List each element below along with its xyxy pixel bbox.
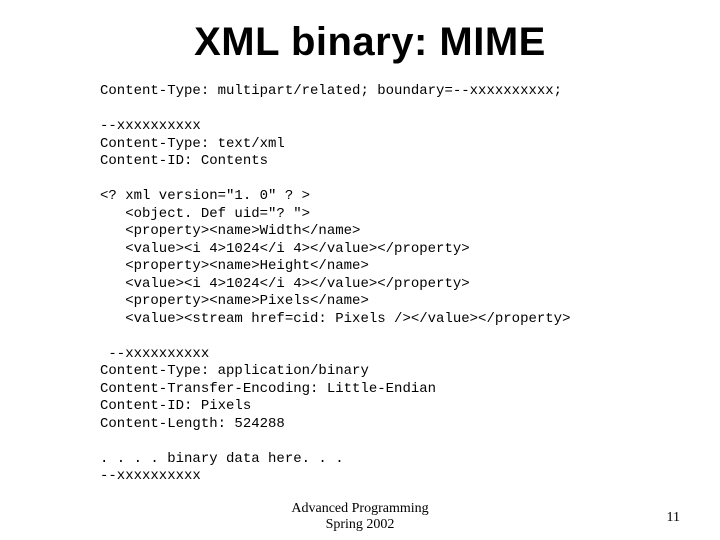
- footer-term: Spring 2002: [0, 517, 720, 532]
- footer: Advanced Programming Spring 2002: [0, 501, 720, 532]
- footer-course: Advanced Programming: [0, 501, 720, 516]
- slide-title: XML binary: MIME: [100, 20, 640, 65]
- page-number: 11: [667, 510, 680, 526]
- slide: XML binary: MIME Content-Type: multipart…: [0, 0, 720, 540]
- code-block: Content-Type: multipart/related; boundar…: [100, 83, 640, 486]
